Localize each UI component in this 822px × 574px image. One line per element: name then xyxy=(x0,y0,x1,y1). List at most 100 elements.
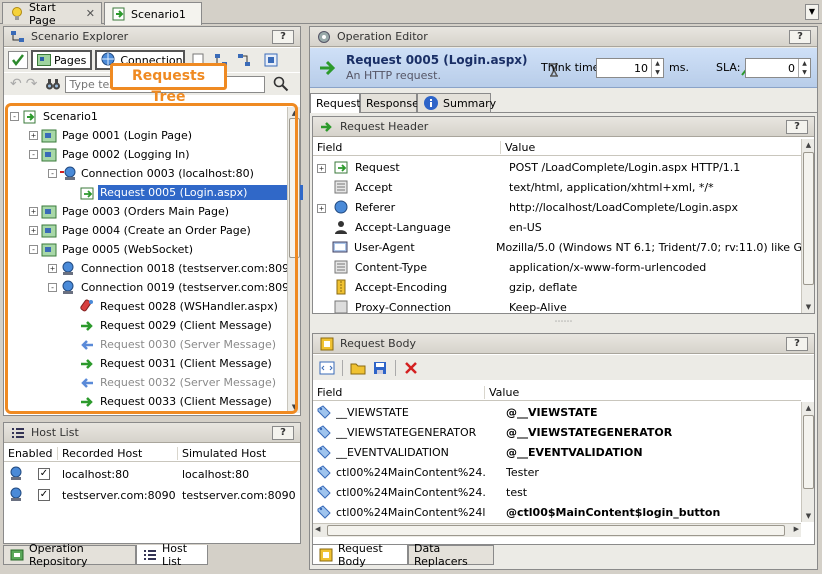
col-recorded-host[interactable]: Recorded Host xyxy=(58,446,178,460)
tab-scenario1[interactable]: Scenario1 xyxy=(104,2,202,25)
expand-icon[interactable]: + xyxy=(317,161,329,174)
spin-arrows-icon[interactable]: ▲ ▼ xyxy=(651,59,663,77)
tab-operation-repository[interactable]: Operation Repository xyxy=(3,542,136,568)
expand-icon[interactable]: + xyxy=(317,201,329,214)
body-scrollbar[interactable]: ▲ ▼ xyxy=(801,402,814,522)
col-field[interactable]: Field xyxy=(313,140,501,154)
header-row[interactable]: Proxy-Connection Keep-Alive xyxy=(313,297,801,313)
help-button[interactable]: ? xyxy=(786,336,808,351)
close-icon[interactable]: ✕ xyxy=(86,7,95,20)
body-hscrollbar[interactable]: ◀ ▶ xyxy=(313,523,801,537)
tab-host-list[interactable]: Host List xyxy=(136,542,208,568)
collapse-icon[interactable]: - xyxy=(10,112,19,121)
tab-start-page[interactable]: Start Page ✕ xyxy=(2,1,102,27)
tree-node[interactable]: + Page 0003 (Orders Main Page) xyxy=(29,202,231,221)
body-row[interactable]: __VIEWSTATEGENERATOR @__VIEWSTATEGENERATO… xyxy=(313,422,801,442)
col-simulated-host[interactable]: Simulated Host xyxy=(178,447,266,460)
col-value[interactable]: Value xyxy=(501,141,535,154)
collapse-icon[interactable]: - xyxy=(48,283,57,292)
header-scrollbar[interactable]: ▲ ▼ xyxy=(801,139,814,313)
undo-icon[interactable]: ↶ xyxy=(10,76,22,92)
expand-icon[interactable]: + xyxy=(29,131,38,140)
redo-icon[interactable]: ↷ xyxy=(26,76,38,92)
think-time-spinner[interactable]: 10 ▲ ▼ xyxy=(596,58,664,78)
enabled-checkbox[interactable]: ✓ xyxy=(38,489,50,501)
help-button[interactable]: ? xyxy=(272,29,294,44)
search-icon[interactable] xyxy=(273,76,289,92)
tab-request[interactable]: Request xyxy=(310,93,361,113)
header-row[interactable]: + Referer http://localhost/LoadComplete/Lo… xyxy=(313,197,801,217)
tree-node[interactable]: Request 0032 (Server Message) xyxy=(67,373,278,392)
tree-node[interactable]: - Connection 0019 (testserver.com:8090) xyxy=(48,278,302,297)
expand-icon[interactable]: + xyxy=(29,207,38,216)
scroll-down-icon[interactable]: ▼ xyxy=(802,301,815,313)
tab-response[interactable]: Response xyxy=(360,93,419,113)
host-row[interactable]: ✓ testserver.com:8090 testserver.com:8090 xyxy=(4,485,300,505)
delete-icon[interactable] xyxy=(401,359,421,377)
think-time-value[interactable]: 10 xyxy=(597,62,651,75)
scroll-thumb[interactable] xyxy=(289,118,300,258)
header-row[interactable]: Accept-Encoding gzip, deflate xyxy=(313,277,801,297)
enabled-checkbox[interactable]: ✓ xyxy=(38,468,50,480)
collapse-icon[interactable]: - xyxy=(29,245,38,254)
body-row[interactable]: __VIEWSTATE @__VIEWSTATE xyxy=(313,402,801,422)
col-value[interactable]: Value xyxy=(485,386,519,399)
scroll-up-icon[interactable]: ▲ xyxy=(802,402,815,414)
body-row[interactable]: ctl00%24MainContent%24l... @ctl00$MainCon… xyxy=(313,502,801,522)
splitter-handle[interactable]: ⋯⋯ xyxy=(310,315,817,329)
scroll-left-icon[interactable]: ◀ xyxy=(315,525,320,533)
view-source-icon[interactable] xyxy=(317,359,337,377)
expand-icon[interactable]: + xyxy=(29,226,38,235)
tree-node[interactable]: Request 0028 (WSHandler.aspx) xyxy=(67,297,280,316)
tree-node[interactable]: - Connection 0003 (localhost:80) xyxy=(48,164,256,183)
expand-icon[interactable]: + xyxy=(48,264,57,273)
tab-request-body[interactable]: Request Body xyxy=(312,542,408,568)
tree-node[interactable]: Request 0031 (Client Message) xyxy=(67,354,274,373)
tree-node[interactable]: - Page 0002 (Logging In) xyxy=(29,145,192,164)
scroll-thumb[interactable] xyxy=(327,525,785,536)
tab-list-dropdown[interactable]: ▼ xyxy=(805,4,819,20)
tree-scrollbar[interactable]: ▲ ▼ xyxy=(287,107,300,413)
tree-node[interactable]: + Page 0001 (Login Page) xyxy=(29,126,194,145)
check-button[interactable] xyxy=(8,51,28,69)
save-icon[interactable] xyxy=(370,359,390,377)
tree-collapse-icon[interactable] xyxy=(234,51,254,69)
scroll-thumb[interactable] xyxy=(803,152,814,285)
scroll-right-icon[interactable]: ▶ xyxy=(794,525,799,533)
tree-node[interactable]: Request 0030 (Server Message) xyxy=(67,335,278,354)
header-row[interactable]: Accept text/html, application/xhtml+xml, … xyxy=(313,177,801,197)
body-row[interactable]: ctl00%24MainContent%24... Tester xyxy=(313,462,801,482)
tree-node[interactable]: Request 0033 (Client Message) xyxy=(67,392,274,411)
scroll-up-icon[interactable]: ▲ xyxy=(802,139,815,151)
body-row[interactable]: __EVENTVALIDATION @__EVENTVALIDATION xyxy=(313,442,801,462)
options-icon[interactable] xyxy=(261,51,281,69)
tab-summary[interactable]: Summary xyxy=(417,93,496,113)
help-button[interactable]: ? xyxy=(789,29,811,44)
pages-button[interactable]: Pages xyxy=(31,50,93,70)
tree-node[interactable]: Request 0029 (Client Message) xyxy=(67,316,274,335)
tree-node[interactable]: + Connection 0018 (testserver.com:8090) xyxy=(48,259,302,278)
collapse-icon[interactable]: - xyxy=(48,169,57,178)
scroll-down-icon[interactable]: ▼ xyxy=(288,401,301,413)
scroll-down-icon[interactable]: ▼ xyxy=(802,510,815,522)
host-row[interactable]: ✓ localhost:80 localhost:80 xyxy=(4,464,300,484)
spin-arrows-icon[interactable]: ▲ ▼ xyxy=(798,59,810,77)
sla-spinner[interactable]: 0 ▲ ▼ xyxy=(745,58,811,78)
header-row[interactable]: + Request POST /LoadComplete/Login.aspx HT… xyxy=(313,157,801,177)
tree-node[interactable]: Request 0005 (Login.aspx) xyxy=(67,183,304,202)
binoculars-icon[interactable] xyxy=(45,76,61,92)
tree-node[interactable]: - Page 0005 (WebSocket) xyxy=(29,240,195,259)
col-enabled[interactable]: Enabled xyxy=(4,446,58,460)
collapse-icon[interactable]: - xyxy=(29,150,38,159)
header-row[interactable]: User-Agent Mozilla/5.0 (Windows NT 6.1; T… xyxy=(313,237,801,257)
tree-node[interactable]: + Page 0004 (Create an Order Page) xyxy=(29,221,253,240)
open-folder-icon[interactable] xyxy=(348,359,368,377)
help-button[interactable]: ? xyxy=(786,119,808,134)
body-row[interactable]: ctl00%24MainContent%24... test xyxy=(313,482,801,502)
col-field[interactable]: Field xyxy=(313,385,485,399)
tab-data-replacers[interactable]: Data Replacers xyxy=(408,542,494,568)
scroll-thumb[interactable] xyxy=(803,415,814,489)
header-row[interactable]: Content-Type application/x-www-form-urlen… xyxy=(313,257,801,277)
header-row[interactable]: Accept-Language en-US xyxy=(313,217,801,237)
sla-value[interactable]: 0 xyxy=(746,62,798,75)
